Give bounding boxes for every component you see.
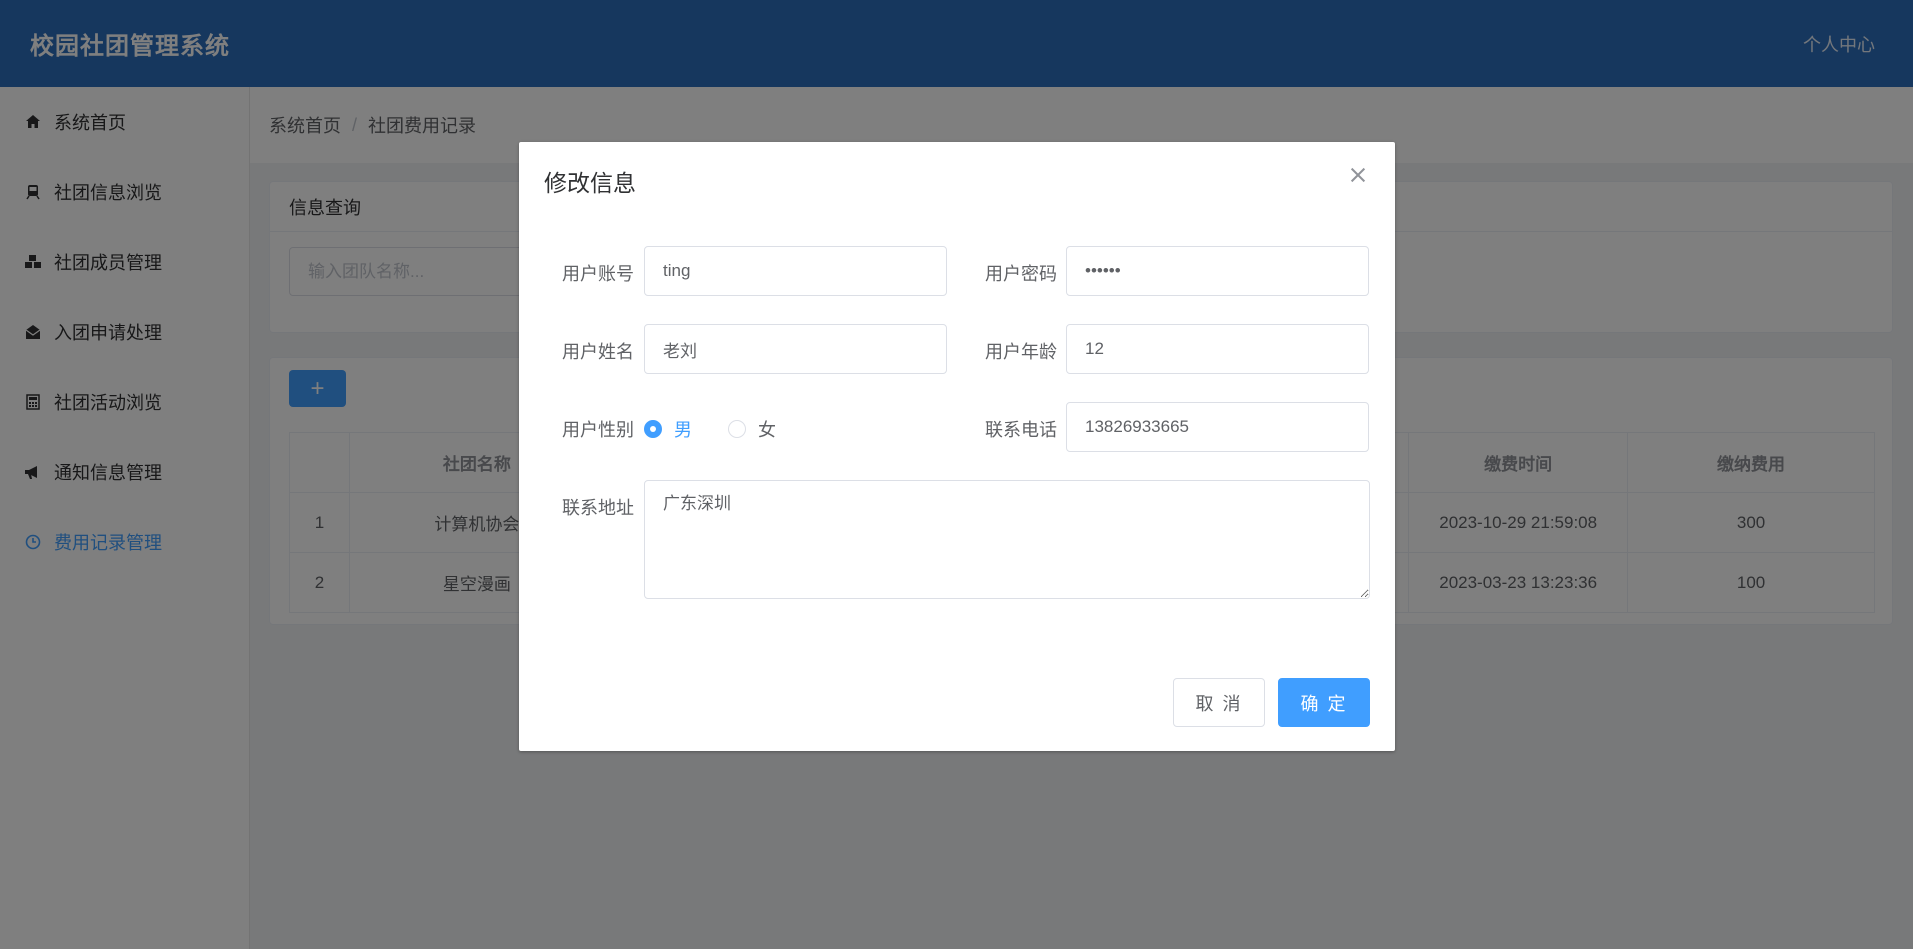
radio-dot: [728, 420, 746, 438]
dialog-title: 修改信息: [544, 170, 636, 196]
phone-input[interactable]: [1066, 402, 1369, 452]
radio-dot: [644, 420, 662, 438]
close-icon[interactable]: [1349, 166, 1367, 184]
name-input[interactable]: [644, 324, 947, 374]
password-label: 用户密码: [985, 264, 1057, 284]
confirm-button[interactable]: 确 定: [1278, 678, 1370, 727]
gender-radio-female[interactable]: 女: [728, 416, 776, 442]
edit-info-dialog: 修改信息 用户账号 用户密码 用户姓名 用户年龄 用户性别 男 女 联系电话 联…: [519, 142, 1395, 751]
gender-radio-male[interactable]: 男: [644, 416, 692, 442]
cancel-button[interactable]: 取 消: [1173, 678, 1265, 727]
address-label: 联系地址: [562, 498, 634, 518]
gender-label: 用户性别: [562, 420, 634, 440]
age-input[interactable]: [1066, 324, 1369, 374]
age-label: 用户年龄: [985, 342, 1057, 362]
gender-female-label: 女: [758, 420, 776, 440]
password-input[interactable]: [1066, 246, 1369, 296]
name-label: 用户姓名: [562, 342, 634, 362]
address-textarea[interactable]: 广东深圳: [644, 480, 1370, 599]
account-label: 用户账号: [562, 264, 634, 284]
phone-label: 联系电话: [985, 420, 1057, 440]
account-input[interactable]: [644, 246, 947, 296]
gender-male-label: 男: [674, 420, 692, 440]
